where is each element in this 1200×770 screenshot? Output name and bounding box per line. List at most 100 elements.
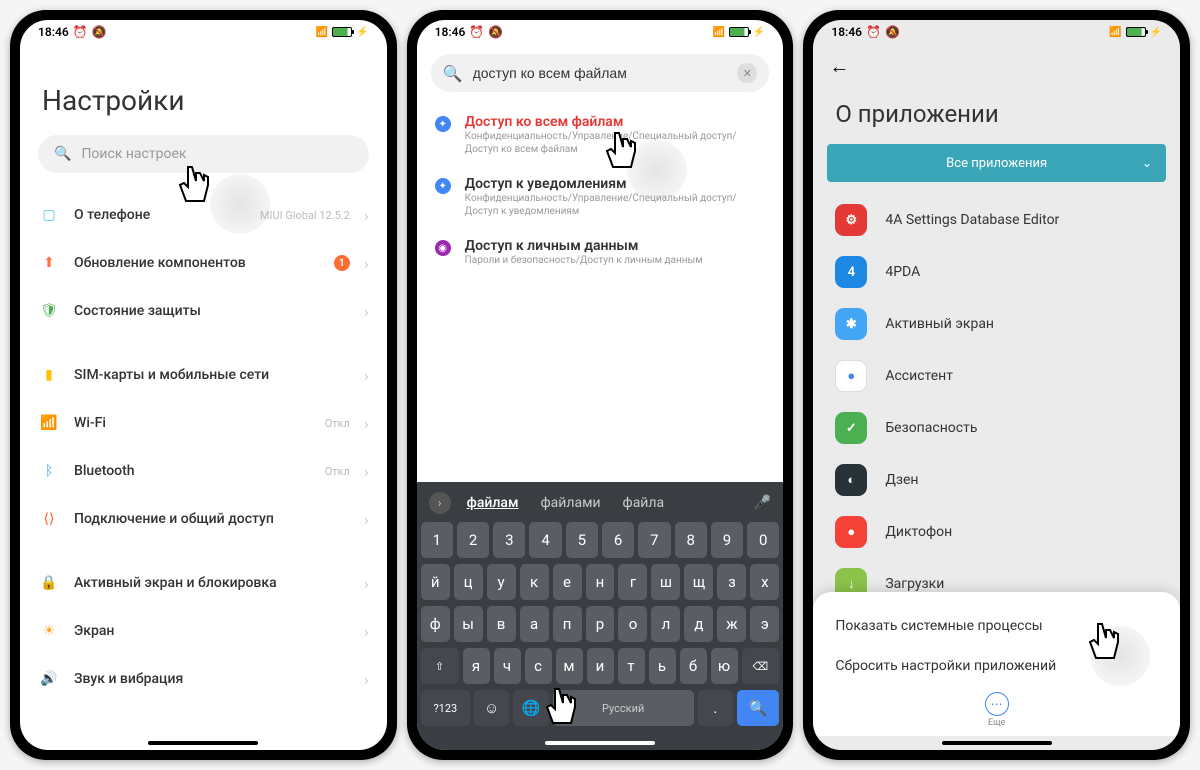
key-г[interactable]: г bbox=[618, 564, 647, 600]
key-1[interactable]: 1 bbox=[421, 522, 453, 558]
nav-bar[interactable] bbox=[417, 736, 784, 750]
settings-item-display[interactable]: ☀ Экран › bbox=[38, 607, 369, 655]
sheet-option-show-system[interactable]: Показать системные процессы bbox=[813, 606, 1180, 646]
nav-bar[interactable] bbox=[20, 736, 387, 750]
suggestion[interactable]: файлами bbox=[535, 493, 607, 513]
key-ь[interactable]: ь bbox=[649, 648, 676, 684]
sheet-option-reset-prefs[interactable]: Сбросить настройки приложений bbox=[813, 646, 1180, 686]
page-title: О приложении bbox=[813, 88, 1180, 144]
key-д[interactable]: д bbox=[684, 606, 713, 642]
key-ш[interactable]: ш bbox=[651, 564, 680, 600]
key-3[interactable]: 3 bbox=[493, 522, 525, 558]
key-4[interactable]: 4 bbox=[529, 522, 561, 558]
key-symbols[interactable]: ?123 bbox=[421, 690, 470, 726]
settings-item-updates[interactable]: ⬆ Обновление компонентов 1 › bbox=[38, 239, 369, 287]
key-6[interactable]: 6 bbox=[602, 522, 634, 558]
key-п[interactable]: п bbox=[553, 606, 582, 642]
settings-item-bluetooth[interactable]: ᛒ Bluetooth Откл › bbox=[38, 447, 369, 495]
key-х[interactable]: х bbox=[750, 564, 779, 600]
key-е[interactable]: е bbox=[553, 564, 582, 600]
key-о[interactable]: о bbox=[618, 606, 647, 642]
key-т[interactable]: т bbox=[618, 648, 645, 684]
sheet-more-button[interactable]: ⋯ Еще bbox=[813, 686, 1180, 730]
app-filter-dropdown[interactable]: Все приложения ⌄ bbox=[827, 144, 1166, 182]
key-ы[interactable]: ы bbox=[454, 606, 483, 642]
app-item[interactable]: ●Диктофон bbox=[813, 506, 1180, 558]
suggestion[interactable]: файла bbox=[617, 493, 671, 513]
settings-item-sound[interactable]: 🔊 Звук и вибрация › bbox=[38, 655, 369, 703]
key-з[interactable]: з bbox=[717, 564, 746, 600]
key-globe[interactable]: 🌐 bbox=[513, 690, 548, 726]
app-item[interactable]: ●Ассистент bbox=[813, 350, 1180, 402]
key-5[interactable]: 5 bbox=[566, 522, 598, 558]
mic-icon[interactable]: 🎤 bbox=[754, 495, 771, 511]
key-ф[interactable]: ф bbox=[421, 606, 450, 642]
search-input-wrap[interactable]: 🔍 ✕ bbox=[431, 54, 770, 92]
key-р[interactable]: р bbox=[586, 606, 615, 642]
key-search[interactable]: 🔍 bbox=[737, 690, 779, 726]
key-⇧[interactable]: ⇧ bbox=[421, 648, 459, 684]
key-8[interactable]: 8 bbox=[675, 522, 707, 558]
settings-item-security-status[interactable]: 🛡 Состояние защиты › bbox=[38, 287, 369, 335]
battery-icon bbox=[729, 27, 749, 37]
expand-suggestions-button[interactable]: › bbox=[429, 492, 451, 514]
key-щ[interactable]: щ bbox=[684, 564, 713, 600]
keyboard[interactable]: › файлам файлами файла 🎤 1234567890 йцук… bbox=[417, 482, 784, 736]
settings-item-wifi[interactable]: 📶 Wi-Fi Откл › bbox=[38, 399, 369, 447]
key-л[interactable]: л bbox=[651, 606, 680, 642]
key-э[interactable]: э bbox=[750, 606, 779, 642]
search-results: ✦ Доступ ко всем файлам Конфиденциальнос… bbox=[417, 100, 784, 482]
key-0[interactable]: 0 bbox=[747, 522, 779, 558]
key-ж[interactable]: ж bbox=[717, 606, 746, 642]
key-2[interactable]: 2 bbox=[457, 522, 489, 558]
key-7[interactable]: 7 bbox=[638, 522, 670, 558]
search-input[interactable] bbox=[473, 65, 728, 81]
key-я[interactable]: я bbox=[463, 648, 490, 684]
key-ц[interactable]: ц bbox=[454, 564, 483, 600]
key-к[interactable]: к bbox=[520, 564, 549, 600]
key-и[interactable]: и bbox=[587, 648, 614, 684]
settings-item-sim[interactable]: ▮ SIM-карты и мобильные сети › bbox=[38, 351, 369, 399]
key-а[interactable]: а bbox=[520, 606, 549, 642]
key-9[interactable]: 9 bbox=[711, 522, 743, 558]
key-с[interactable]: с bbox=[525, 648, 552, 684]
signal-icon: 📶 bbox=[712, 27, 724, 38]
search-settings-input[interactable]: 🔍 Поиск настроек bbox=[38, 135, 369, 173]
key-space[interactable]: Русский bbox=[553, 690, 694, 726]
key-в[interactable]: в bbox=[487, 606, 516, 642]
search-result-notifications[interactable]: ✦ Доступ к уведомлениям Конфиденциальнос… bbox=[417, 166, 784, 228]
settings-item-lockscreen[interactable]: 🔒 Активный экран и блокировка › bbox=[38, 559, 369, 607]
settings-item-sharing[interactable]: ⟨⟩ Подключение и общий доступ › bbox=[38, 495, 369, 543]
search-result-personal-data[interactable]: ◉ Доступ к личным данным Пароли и безопа… bbox=[417, 228, 784, 277]
page-title: Настройки bbox=[20, 44, 387, 135]
clear-search-button[interactable]: ✕ bbox=[737, 63, 757, 83]
key-б[interactable]: б bbox=[680, 648, 707, 684]
app-item[interactable]: ◐Дзен bbox=[813, 454, 1180, 506]
nav-bar[interactable] bbox=[813, 736, 1180, 750]
app-item[interactable]: 44PDA bbox=[813, 246, 1180, 298]
key-ю[interactable]: ю bbox=[711, 648, 738, 684]
search-result-files-access[interactable]: ✦ Доступ ко всем файлам Конфиденциальнос… bbox=[417, 104, 784, 166]
key-н[interactable]: н bbox=[586, 564, 615, 600]
key-ч[interactable]: ч bbox=[494, 648, 521, 684]
bluetooth-icon: ᛒ bbox=[38, 460, 60, 482]
key-emoji[interactable]: ☺ bbox=[474, 690, 509, 726]
settings-item-about-phone[interactable]: ▢ О телефоне MIUI Global 12.5.2 › bbox=[38, 191, 369, 239]
key-й[interactable]: й bbox=[421, 564, 450, 600]
chevron-right-icon: › bbox=[364, 254, 369, 273]
key-м[interactable]: м bbox=[556, 648, 583, 684]
key-⌫[interactable]: ⌫ bbox=[742, 648, 780, 684]
app-item[interactable]: ✓Безопасность bbox=[813, 402, 1180, 454]
alarm-icon: ⏰ bbox=[73, 25, 88, 39]
search-icon: 🔍 bbox=[443, 64, 463, 83]
app-item[interactable]: ✱Активный экран bbox=[813, 298, 1180, 350]
signal-icon: 📶 bbox=[1109, 27, 1121, 38]
phone-2-screen: 18:46 ⏰ 🔕 📶 ⚡ 🔍 ✕ ✦ bbox=[417, 20, 784, 750]
sound-icon: 🔊 bbox=[38, 668, 60, 690]
key-у[interactable]: у bbox=[487, 564, 516, 600]
app-item[interactable]: ⚙4A Settings Database Editor bbox=[813, 194, 1180, 246]
key-period[interactable]: . bbox=[698, 690, 733, 726]
brightness-icon: ☀ bbox=[38, 620, 60, 642]
suggestion-primary[interactable]: файлам bbox=[461, 493, 525, 513]
back-button[interactable]: ← bbox=[829, 54, 849, 79]
